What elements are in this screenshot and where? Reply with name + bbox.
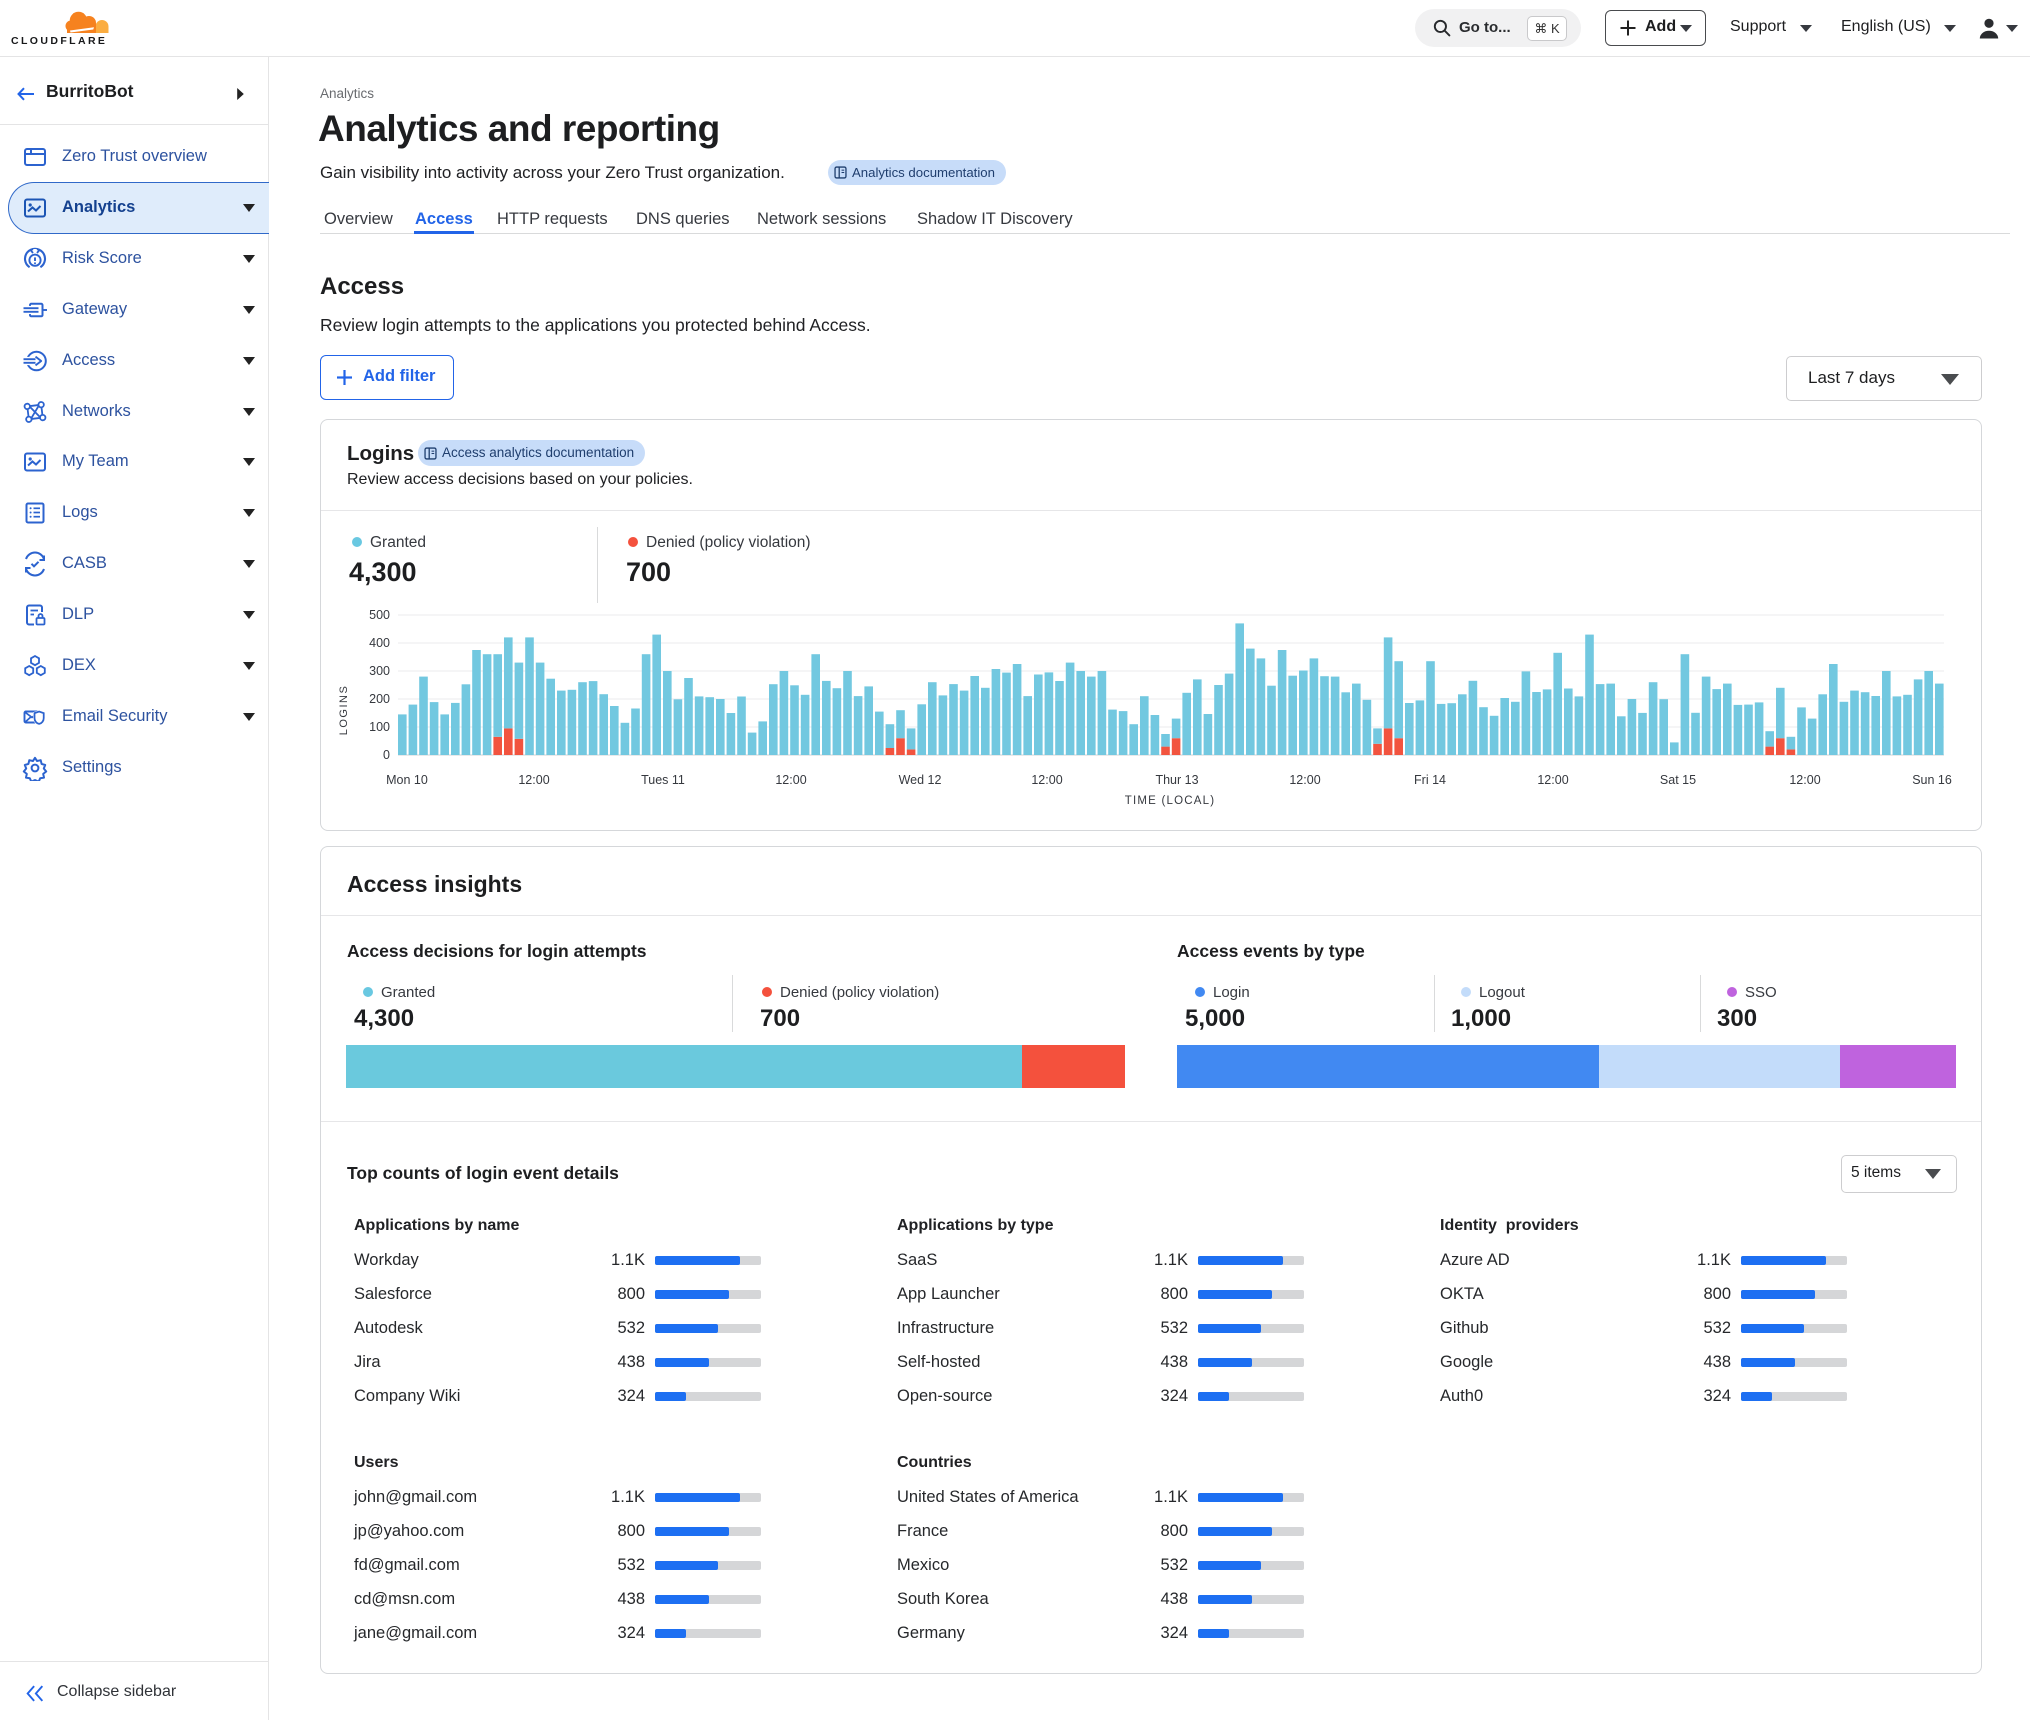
svg-text:0: 0 <box>383 748 390 762</box>
svg-text:400: 400 <box>369 636 390 650</box>
svg-text:Wed 12: Wed 12 <box>899 773 942 787</box>
svg-text:LOGINS: LOGINS <box>338 685 350 736</box>
svg-text:Thur 13: Thur 13 <box>1155 773 1198 787</box>
svg-text:Mon 10: Mon 10 <box>386 773 428 787</box>
svg-text:Tues 11: Tues 11 <box>641 773 685 787</box>
svg-text:12:00: 12:00 <box>1289 773 1320 787</box>
svg-text:12:00: 12:00 <box>1537 773 1568 787</box>
svg-text:500: 500 <box>369 608 390 622</box>
svg-text:100: 100 <box>369 720 390 734</box>
svg-text:12:00: 12:00 <box>518 773 549 787</box>
svg-text:TIME (LOCAL): TIME (LOCAL) <box>1125 795 1215 807</box>
svg-text:Sun 16: Sun 16 <box>1912 773 1952 787</box>
svg-text:12:00: 12:00 <box>1789 773 1820 787</box>
svg-text:Sat 15: Sat 15 <box>1660 773 1696 787</box>
svg-text:Fri 14: Fri 14 <box>1414 773 1446 787</box>
svg-text:12:00: 12:00 <box>1031 773 1062 787</box>
svg-text:200: 200 <box>369 692 390 706</box>
svg-text:12:00: 12:00 <box>775 773 806 787</box>
svg-text:300: 300 <box>369 664 390 678</box>
